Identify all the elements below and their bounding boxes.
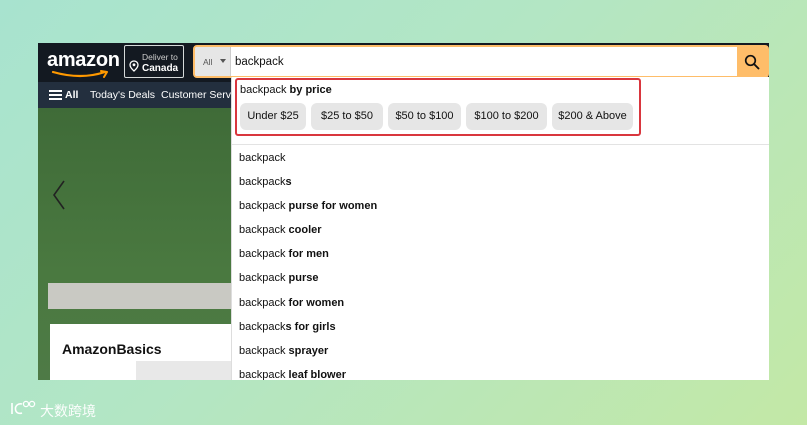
price-heading: backpack by price xyxy=(240,84,332,96)
dropdown-divider xyxy=(232,144,769,145)
amazon-logo[interactable]: amazon xyxy=(47,49,121,79)
price-chip-50-100[interactable]: $50 to $100 xyxy=(388,103,461,130)
nav-customer-service[interactable]: Customer Servic xyxy=(161,89,239,101)
suggestion-item[interactable]: backpack cooler xyxy=(239,222,322,238)
search-button[interactable] xyxy=(737,47,767,76)
watermark-logo-icon xyxy=(11,400,36,415)
price-chip-200-above[interactable]: $200 & Above xyxy=(552,103,633,130)
suggestion-item[interactable]: backpack for men xyxy=(239,246,329,262)
price-heading-query: backpack xyxy=(240,84,287,96)
amazon-smile-icon xyxy=(51,70,108,78)
suggestion-item[interactable]: backpack xyxy=(239,150,285,166)
promo-strip: Y xyxy=(48,283,248,309)
deliver-to-button[interactable]: Deliver to Canada xyxy=(124,45,184,78)
caret-down-icon xyxy=(220,59,226,63)
suggestion-item[interactable]: backpack purse for women xyxy=(239,198,377,214)
watermark-text: 大数跨境 xyxy=(40,403,96,419)
price-chip-25-50[interactable]: $25 to $50 xyxy=(311,103,383,130)
amazonbasics-card[interactable]: AmazonBasics xyxy=(50,324,250,380)
shop-by-price-box: backpack by price Under $25 $25 to $50 $… xyxy=(235,78,641,136)
search-category-label: All xyxy=(203,57,213,67)
price-heading-suffix: by price xyxy=(289,84,332,96)
price-chip-under-25[interactable]: Under $25 xyxy=(240,103,306,130)
search-bar: All xyxy=(193,45,769,78)
search-suggestions-dropdown: backpack by price Under $25 $25 to $50 $… xyxy=(231,77,769,380)
logo-text: amazon xyxy=(47,49,120,71)
suggestion-item[interactable]: backpack for women xyxy=(239,295,344,311)
watermark: 大数跨境 xyxy=(9,399,96,419)
search-input[interactable] xyxy=(235,51,735,72)
suggestion-item[interactable]: backpacks for girls xyxy=(239,319,336,335)
browser-viewport: amazon Deliver to Canada All backpack Al… xyxy=(38,43,769,380)
hamburger-menu-icon[interactable] xyxy=(49,90,62,100)
search-icon xyxy=(744,54,760,70)
deliver-label: Deliver to xyxy=(142,52,178,62)
suggestion-item[interactable]: backpack sprayer xyxy=(239,343,328,359)
nav-todays-deals[interactable]: Today's Deals xyxy=(90,89,155,101)
suggestion-item[interactable]: backpack purse xyxy=(239,270,319,286)
deliver-country: Canada xyxy=(142,63,179,74)
suggestion-item[interactable]: backpacks xyxy=(239,174,292,190)
chevron-left-icon[interactable] xyxy=(50,178,68,212)
suggestion-item[interactable]: backpack leaf blower xyxy=(239,367,346,380)
card-image xyxy=(136,361,236,380)
location-pin-icon xyxy=(129,60,139,72)
price-chip-100-200[interactable]: $100 to $200 xyxy=(466,103,547,130)
card-title: AmazonBasics xyxy=(62,341,162,357)
all-menu-button[interactable]: All xyxy=(65,89,78,101)
search-category-select[interactable]: All xyxy=(195,47,231,76)
